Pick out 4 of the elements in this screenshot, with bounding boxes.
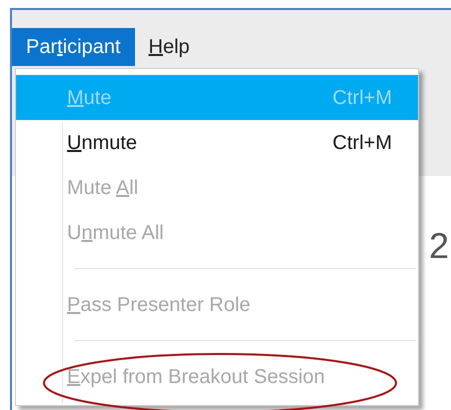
menu-bar-item[interactable]: Participant <box>12 28 134 66</box>
menu-bar-item[interactable]: Help <box>134 28 204 66</box>
menu-item[interactable]: Unmute Ctrl+M <box>16 120 418 165</box>
content-text: 2 <box>428 228 449 264</box>
